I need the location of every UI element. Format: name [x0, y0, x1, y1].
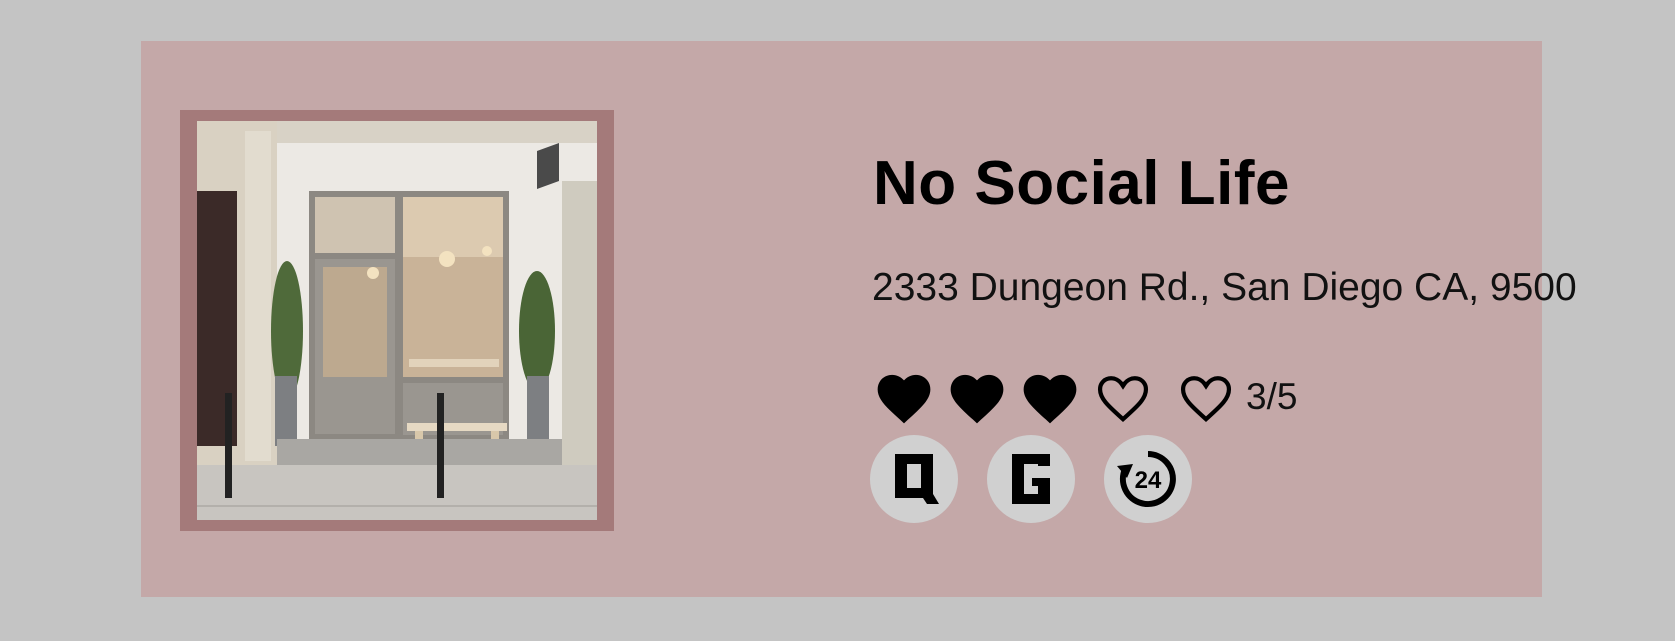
restaurant-info: No Social Life 2333 Dungeon Rd., San Die…: [731, 41, 1577, 597]
heart-icon: [1023, 374, 1077, 424]
heart-outline-icon: [1180, 376, 1232, 422]
restaurant-card[interactable]: No Social Life 2333 Dungeon Rd., San Die…: [141, 41, 1577, 597]
badge-list: 24: [870, 435, 1221, 523]
photo-frame: [180, 110, 614, 531]
g-badge[interactable]: [987, 435, 1075, 523]
rating-label: 3/5: [1246, 376, 1298, 417]
restaurant-name: No Social Life: [873, 149, 1290, 218]
rating: 3/5: [872, 366, 1297, 428]
q-badge-icon: [895, 454, 939, 504]
g-badge-icon: [1012, 454, 1050, 504]
storefront-photo: [197, 121, 597, 520]
24-hours-icon: 24: [1117, 451, 1176, 507]
svg-text:24: 24: [1135, 467, 1162, 494]
heart-icon: [950, 374, 1004, 424]
q-badge[interactable]: [870, 435, 958, 523]
restaurant-address: 2333 Dungeon Rd., San Diego CA, 9500: [872, 266, 1577, 309]
24-hours-badge[interactable]: 24: [1104, 435, 1192, 523]
heart-icon: [877, 374, 931, 424]
heart-outline-icon: [1097, 376, 1149, 422]
